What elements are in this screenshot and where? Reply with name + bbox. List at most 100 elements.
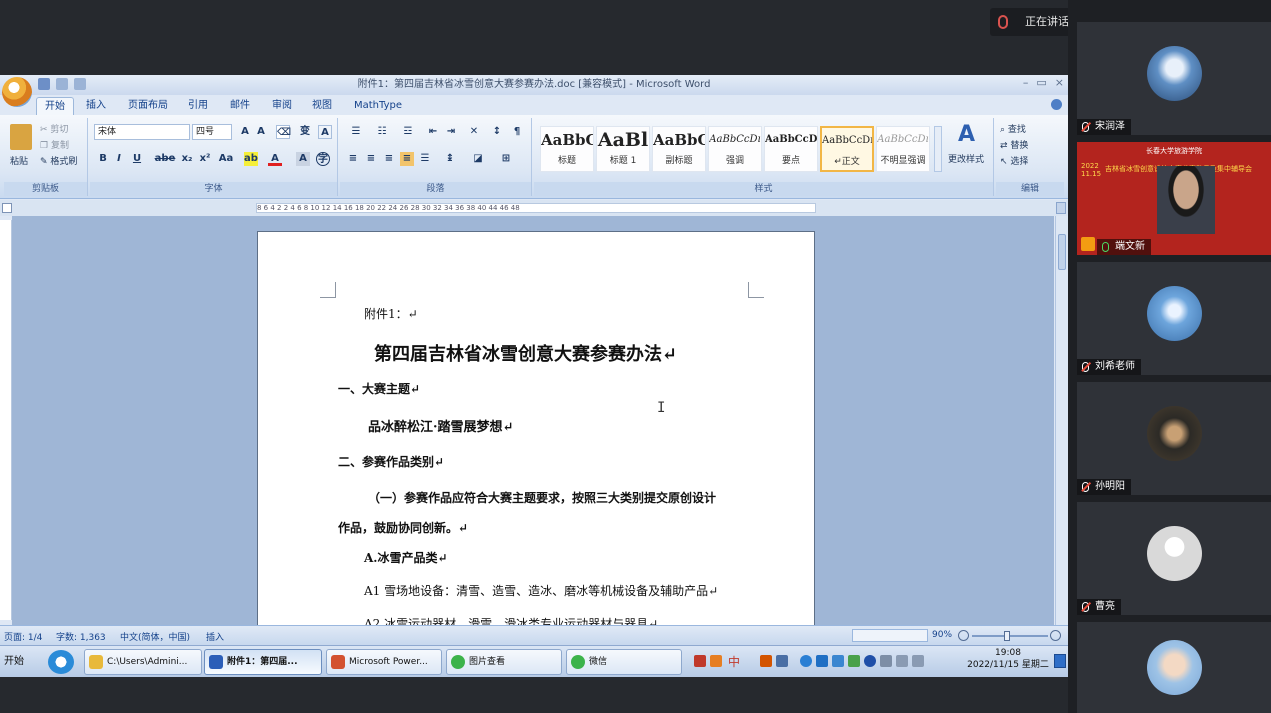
chinese-layout-icon[interactable]: ✕ (464, 125, 484, 139)
show-marks-icon[interactable]: ¶ (510, 125, 524, 139)
clock[interactable]: 19:08 2022/11/15 星期二 (965, 647, 1051, 671)
keyboard-icon[interactable] (776, 655, 788, 667)
find-button[interactable]: ⌕ 查找 (1000, 122, 1026, 135)
signal-icon[interactable] (912, 655, 924, 667)
tab-mathtype[interactable]: MathType (346, 97, 410, 115)
vertical-ruler[interactable] (0, 220, 12, 620)
borders-icon[interactable]: ⊞ (496, 152, 516, 166)
style-title[interactable]: AaBbC 标题 (540, 126, 594, 172)
tray-app-icon[interactable] (800, 655, 812, 667)
paste-button[interactable]: 粘贴 (10, 154, 28, 167)
font-name-select[interactable]: 宋体 (94, 124, 190, 140)
view-ruler-icon[interactable] (1056, 202, 1066, 214)
ime-mode[interactable]: 中 (728, 653, 740, 670)
zoom-out-icon[interactable] (958, 630, 969, 641)
horizontal-ruler[interactable]: 8 6 4 2 2 4 6 8 10 12 14 16 18 20 22 24 … (256, 203, 816, 213)
justify-icon[interactable]: ≡ (400, 152, 414, 166)
participant-tile[interactable]: 宋润泽 (1077, 22, 1271, 135)
replace-button[interactable]: ⇄ 替换 (1000, 138, 1028, 151)
copy-button[interactable]: ❐ 复制 (40, 138, 69, 151)
bullets-icon[interactable]: ☰ (346, 125, 366, 139)
volume-icon[interactable] (896, 655, 908, 667)
style-emphasis[interactable]: AaBbCcDı 强调 (708, 126, 762, 172)
task-wechat[interactable]: 微信 (566, 649, 682, 675)
style-heading1[interactable]: AaBl 标题 1 (596, 126, 650, 172)
participant-tile[interactable]: 孙明阳 (1077, 382, 1271, 495)
insert-mode[interactable]: 插入 (206, 630, 224, 643)
change-case-icon[interactable]: Aa (216, 152, 236, 166)
zoom-slider-thumb[interactable] (1004, 631, 1010, 641)
save-icon[interactable] (38, 78, 50, 90)
zoom-slider[interactable] (972, 635, 1048, 637)
align-right-icon[interactable]: ≡ (382, 152, 396, 166)
style-strong[interactable]: AaBbCcD 要点 (764, 126, 818, 172)
participant-tile[interactable]: 刘希老师 (1077, 262, 1271, 375)
font-size-select[interactable]: 四号 (192, 124, 232, 140)
undo-icon[interactable] (56, 78, 68, 90)
tab-review[interactable]: 审阅 (264, 97, 300, 115)
numbering-icon[interactable]: ☷ (372, 125, 392, 139)
minimize-icon[interactable]: – (1023, 76, 1029, 89)
office-button[interactable] (2, 77, 32, 107)
language-status[interactable]: 中文(简体，中国) (120, 630, 190, 643)
show-desktop-icon[interactable] (1054, 654, 1066, 668)
tray-app-icon[interactable] (832, 655, 844, 667)
clear-format-icon[interactable]: ⌫ (276, 125, 291, 139)
task-word[interactable]: 附件1：第四届... (204, 649, 322, 675)
style-normal[interactable]: AaBbCcDı ↵正文 (820, 126, 874, 172)
decrease-indent-icon[interactable]: ⇤ (426, 125, 440, 139)
tab-selector-icon[interactable] (2, 203, 12, 213)
select-button[interactable]: ↖ 选择 (1000, 154, 1028, 167)
align-center-icon[interactable]: ≡ (364, 152, 378, 166)
distributed-icon[interactable]: ☰ (418, 152, 432, 166)
italic-icon[interactable]: I (112, 152, 126, 166)
phonetic-icon[interactable]: 变 (298, 125, 312, 139)
highlight-icon[interactable]: ab (244, 152, 258, 166)
subscript-icon[interactable]: x₂ (180, 152, 194, 166)
paste-icon[interactable] (10, 124, 32, 150)
tab-references[interactable]: 引用 (180, 97, 216, 115)
zoom-in-icon[interactable] (1050, 630, 1061, 641)
superscript-icon[interactable]: x² (198, 152, 212, 166)
ime-status-icon[interactable] (710, 655, 722, 667)
document-page[interactable]: 附件1：↵ 第四届吉林省冰雪创意大赛参赛办法↵ 一、大赛主题↵ 品冰醉松江·踏雪… (257, 231, 815, 631)
change-styles-button[interactable]: 更改样式 (948, 152, 984, 165)
increase-indent-icon[interactable]: ⇥ (444, 125, 458, 139)
close-icon[interactable]: × (1055, 76, 1064, 89)
tray-network-icon[interactable] (816, 655, 828, 667)
participant-tile-speaking[interactable]: 长春大学旅游学院 2022 11.15 吉林省冰雪创意设计大赛参赛动员及集中辅导… (1077, 142, 1271, 255)
change-styles-icon[interactable]: A (958, 122, 975, 147)
task-explorer[interactable]: C:\Users\Admini... (84, 649, 202, 675)
participant-tile[interactable] (1077, 622, 1271, 713)
style-subtitle[interactable]: AaBbC 副标题 (652, 126, 706, 172)
tab-home[interactable]: 开始 (36, 97, 74, 115)
line-spacing-icon[interactable]: ↨ (440, 152, 460, 166)
shading-icon[interactable]: ◪ (468, 152, 488, 166)
tab-view[interactable]: 视图 (304, 97, 340, 115)
participant-tile[interactable]: 曹亮 (1077, 502, 1271, 615)
grow-font-icon[interactable]: A (238, 125, 252, 139)
char-border-icon[interactable]: A (318, 125, 332, 139)
ime-logo-icon[interactable] (694, 655, 706, 667)
strikethrough-icon[interactable]: abe (154, 152, 176, 166)
sort-icon[interactable]: ↕ (490, 125, 504, 139)
start-button[interactable]: 开始 (0, 649, 38, 675)
underline-icon[interactable]: U (130, 152, 144, 166)
tab-page-layout[interactable]: 页面布局 (120, 97, 176, 115)
restore-icon[interactable]: ▭ (1036, 76, 1046, 89)
tab-mailings[interactable]: 邮件 (222, 97, 258, 115)
task-image-viewer[interactable]: 图片查看 (446, 649, 562, 675)
format-painter-button[interactable]: ✎ 格式刷 (40, 154, 77, 167)
help-icon[interactable] (1051, 99, 1062, 110)
tab-insert[interactable]: 插入 (78, 97, 114, 115)
redo-icon[interactable] (74, 78, 86, 90)
shrink-font-icon[interactable]: A (254, 125, 268, 139)
vertical-scrollbar[interactable] (1055, 216, 1068, 625)
styles-scroll[interactable] (934, 126, 942, 172)
tray-security-icon[interactable] (848, 655, 860, 667)
word-count[interactable]: 字数: 1,363 (56, 630, 106, 643)
style-subtle-emphasis[interactable]: AaBbCcDı 不明显强调 (876, 126, 930, 172)
tray-app-icon[interactable] (880, 655, 892, 667)
view-buttons[interactable] (852, 629, 928, 642)
ime-tool-icon[interactable] (760, 655, 772, 667)
